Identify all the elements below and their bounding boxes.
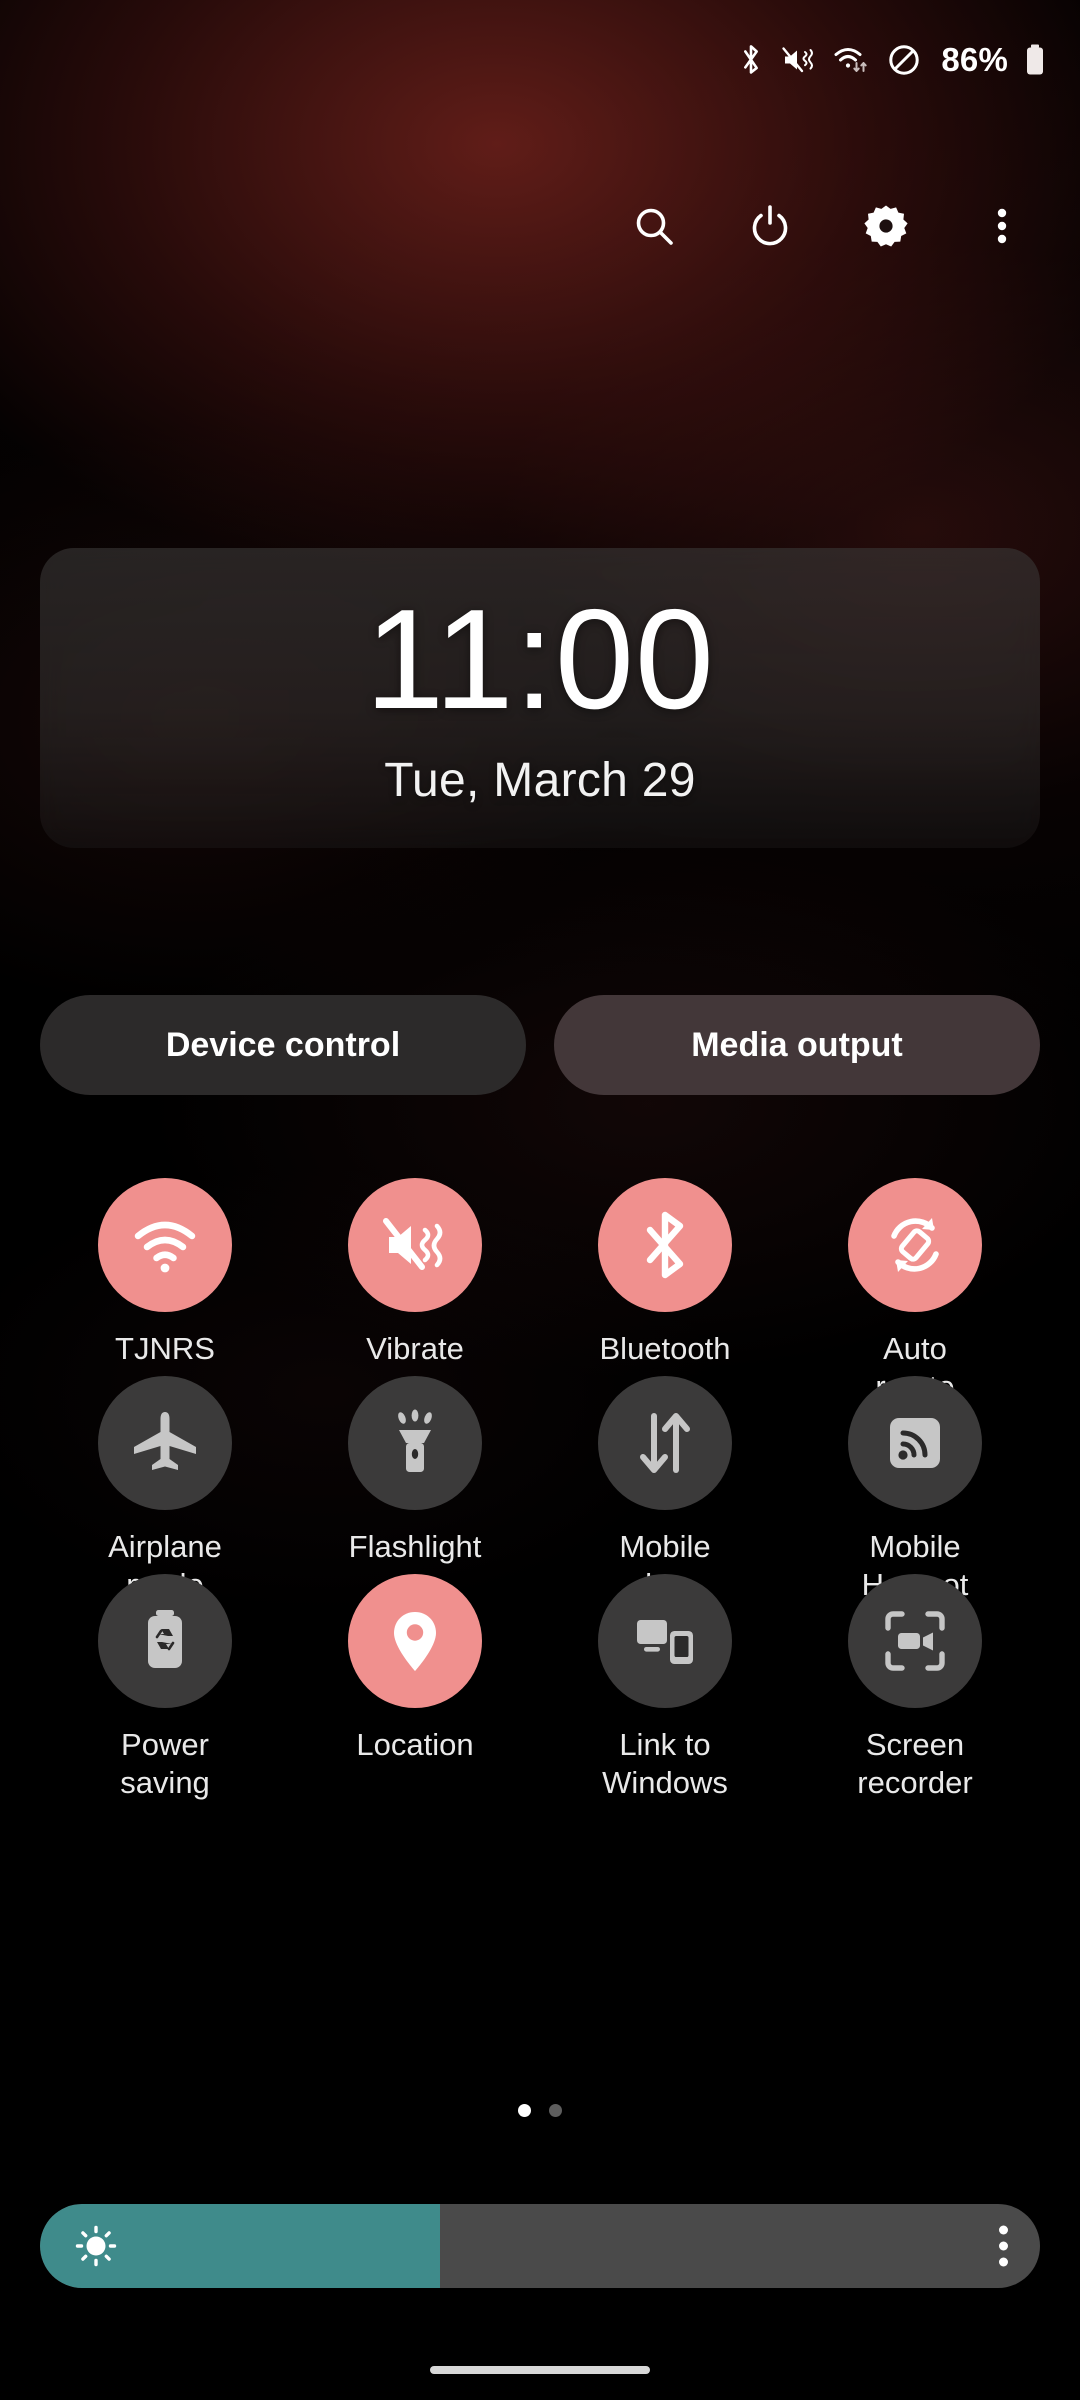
tile-tjnrs[interactable]: TJNRS [40,1178,290,1376]
link-windows-icon [598,1574,732,1708]
tile-bluetooth[interactable]: Bluetooth [540,1178,790,1376]
quick-settings-panel: 86% 11:00 Tue, March 29 Device control M… [0,0,1080,2400]
tile-label: TJNRS [115,1331,215,1366]
tile-auto-rotate[interactable]: Auto rotate [790,1178,1040,1404]
tile-label: Vibrate [366,1331,464,1366]
tile-flashlight[interactable]: Flashlight [290,1376,540,1574]
clock-time: 11:00 [365,579,715,739]
quick-settings-tiles: TJNRS Vibrate Bluetooth Auto rotate Airplane… [40,1178,1040,1800]
search-icon [630,202,678,255]
tile-vibrate[interactable]: Vibrate [290,1178,540,1376]
flashlight-icon [348,1376,482,1510]
vibrate-icon [348,1178,482,1312]
search-button[interactable] [596,176,712,280]
page-dot[interactable] [549,2104,562,2117]
tile-label: Screen recorder [857,1727,973,1800]
power-button[interactable] [712,176,828,280]
auto-rotate-icon [848,1178,982,1312]
bluetooth-icon [737,43,765,77]
do-not-disturb-icon [887,43,921,77]
page-dot-active[interactable] [518,2104,531,2117]
airplane-icon [98,1376,232,1510]
navigation-handle[interactable] [430,2366,650,2374]
device-control-button[interactable]: Device control [40,995,526,1095]
screen-recorder-icon [848,1574,982,1708]
tile-label: Flashlight [348,1529,482,1564]
power-saving-icon [98,1574,232,1708]
header-toolbar [0,176,1080,280]
more-options-button[interactable] [944,176,1060,280]
hotspot-icon [848,1376,982,1510]
battery-icon [1024,43,1046,77]
clock-date: Tue, March 29 [384,753,696,807]
brightness-options-button[interactable] [999,2225,1008,2267]
wifi-icon [98,1178,232,1312]
battery-percentage: 86% [941,41,1008,78]
tile-label: Bluetooth [599,1331,731,1366]
brightness-slider[interactable] [40,2204,1040,2288]
tile-power-saving[interactable]: Power saving [40,1574,290,1800]
page-indicator [0,2104,1080,2117]
mobile-data-icon [598,1376,732,1510]
clock-widget[interactable]: 11:00 Tue, March 29 [40,548,1040,848]
tile-airplane-mode[interactable]: Airplane mode [40,1376,290,1602]
tile-mobile-hotspot[interactable]: Mobile Hotspot [790,1376,1040,1602]
settings-gear-icon [862,202,910,255]
location-pin-icon [348,1574,482,1708]
vibrate-icon [781,45,817,75]
tile-label: Link to Windows [602,1727,728,1800]
status-bar: 86% [0,0,1080,120]
overflow-menu-icon [978,202,1026,255]
shortcut-pill-row: Device control Media output [40,995,1040,1095]
tile-mobile-data[interactable]: Mobile data [540,1376,790,1602]
tile-location[interactable]: Location [290,1574,540,1772]
media-output-button[interactable]: Media output [554,995,1040,1095]
bluetooth-icon [598,1178,732,1312]
wifi-icon [833,44,871,76]
tile-link-to-windows[interactable]: Link to Windows [540,1574,790,1800]
tile-label: Power saving [120,1727,210,1800]
brightness-sun-icon [70,2220,122,2272]
tile-label: Location [356,1727,474,1762]
power-icon [746,202,794,255]
tile-screen-recorder[interactable]: Screen recorder [790,1574,1040,1800]
settings-button[interactable] [828,176,944,280]
